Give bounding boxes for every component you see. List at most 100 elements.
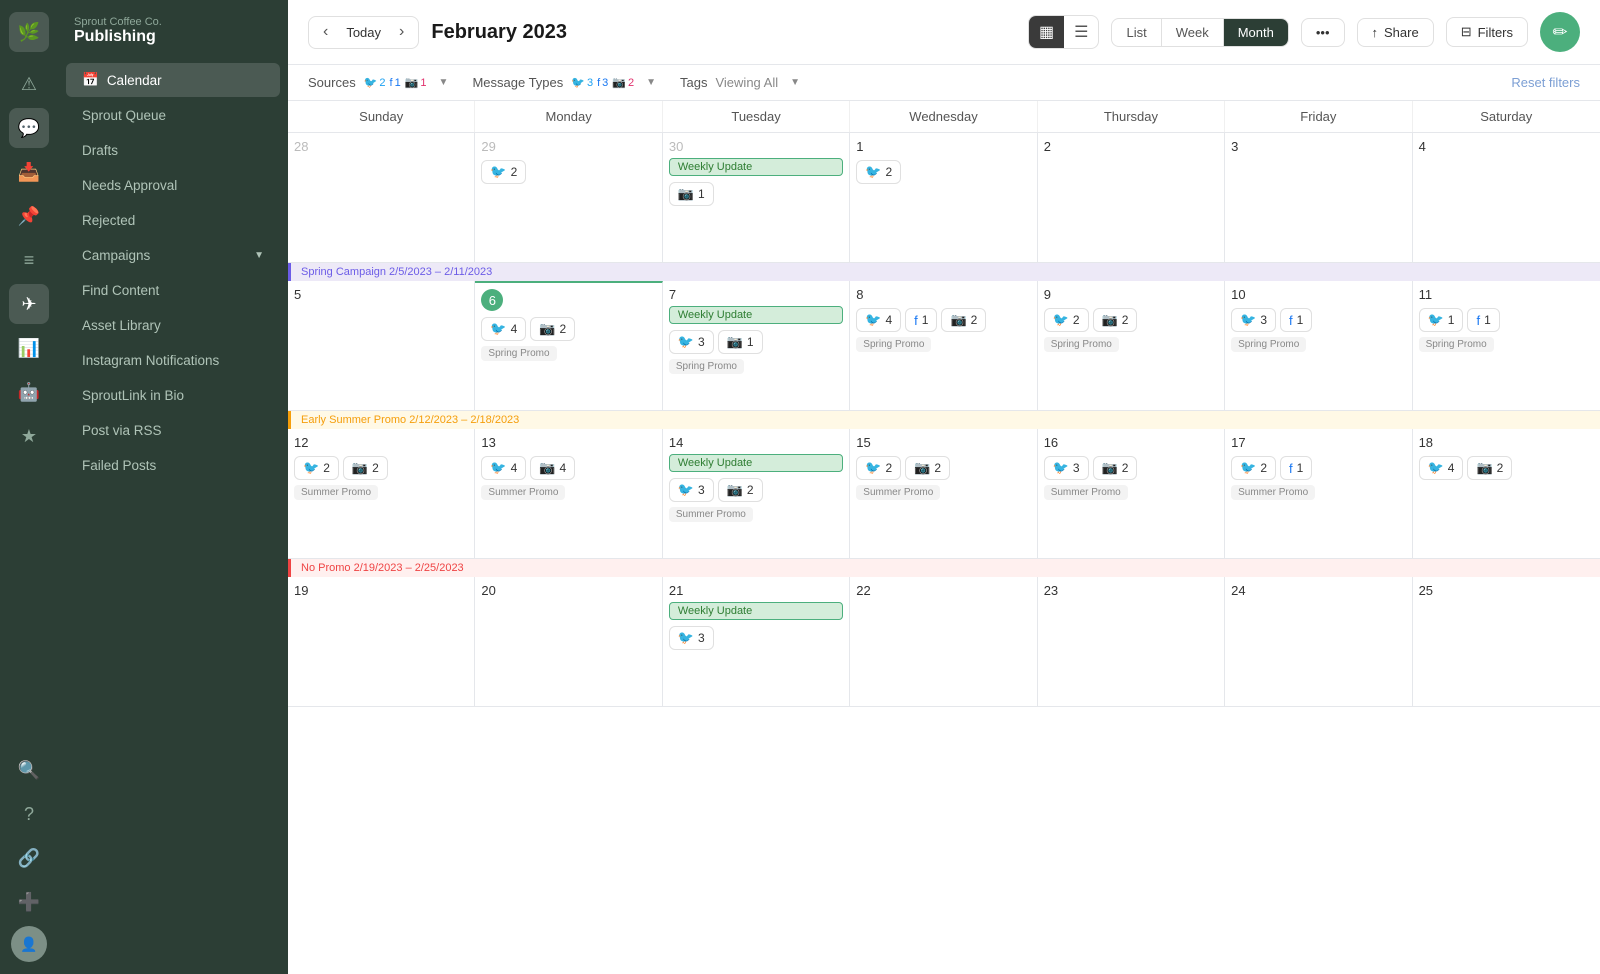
cal-day-2-feb[interactable]: 2 — [1038, 133, 1225, 263]
feed-icon[interactable]: 💬 — [9, 108, 49, 148]
nav-failed-posts[interactable]: Failed Posts — [66, 449, 280, 482]
today-button[interactable]: Today — [338, 21, 389, 44]
list-icon[interactable]: ≡ — [9, 240, 49, 280]
twitter-post-badge[interactable]: 🐦 2 — [1231, 456, 1276, 480]
week-option-button[interactable]: Week — [1162, 19, 1224, 46]
cal-day-17-feb[interactable]: 17 🐦 2 f 1 Summer Promo — [1225, 429, 1412, 559]
twitter-post-badge[interactable]: 🐦 2 — [294, 456, 339, 480]
cal-day-18-feb[interactable]: 18 🐦 4 📷 2 — [1413, 429, 1600, 559]
facebook-post-badge[interactable]: f 1 — [905, 308, 937, 332]
twitter-post-badge[interactable]: 🐦 3 — [669, 330, 714, 354]
user-avatar[interactable]: 👤 — [11, 926, 47, 962]
instagram-post-badge[interactable]: 📷 2 — [530, 317, 575, 341]
instagram-post-badge[interactable]: 📷 2 — [718, 478, 763, 502]
instagram-post-badge[interactable]: 📷 2 — [1093, 308, 1138, 332]
spring-promo-tag[interactable]: Spring Promo — [1231, 337, 1306, 352]
twitter-post-badge[interactable]: 🐦 3 — [1044, 456, 1089, 480]
twitter-post-badge[interactable]: 🐦 2 — [481, 160, 526, 184]
nav-rejected[interactable]: Rejected — [66, 204, 280, 237]
cal-day-29-jan[interactable]: 29 🐦 2 — [475, 133, 662, 263]
nav-find-content[interactable]: Find Content — [66, 274, 280, 307]
cal-day-23-feb[interactable]: 23 — [1038, 577, 1225, 707]
nav-sprout-queue[interactable]: Sprout Queue — [66, 99, 280, 132]
add-icon[interactable]: ➕ — [9, 882, 49, 922]
cal-day-21-feb[interactable]: 21 Weekly Update 🐦 3 — [663, 577, 850, 707]
nav-sproutlink[interactable]: SproutLink in Bio — [66, 379, 280, 412]
share-button[interactable]: ↑ Share — [1357, 18, 1434, 47]
instagram-post-badge[interactable]: 📷 1 — [669, 182, 714, 206]
help-icon[interactable]: ? — [9, 794, 49, 834]
nav-instagram-notifications[interactable]: Instagram Notifications — [66, 344, 280, 377]
early-summer-campaign-banner[interactable]: Early Summer Promo 2/12/2023 – 2/18/2023 — [288, 411, 1600, 429]
cal-day-10-feb[interactable]: 10 🐦 3 f 1 Spring Promo — [1225, 281, 1412, 411]
twitter-post-badge[interactable]: 🐦 3 — [1231, 308, 1276, 332]
cal-day-28-jan[interactable]: 28 — [288, 133, 475, 263]
nav-campaigns[interactable]: Campaigns ▼ — [66, 239, 280, 272]
twitter-post-badge[interactable]: 🐦 4 — [481, 317, 526, 341]
cal-day-12-feb[interactable]: 12 🐦 2 📷 2 Summer Promo — [288, 429, 475, 559]
home-icon[interactable]: 🌿 — [9, 12, 49, 52]
nav-asset-library[interactable]: Asset Library — [66, 309, 280, 342]
inbox-icon[interactable]: 📥 — [9, 152, 49, 192]
tags-filter[interactable]: Tags Viewing All ▼ — [680, 75, 800, 90]
cal-day-9-feb[interactable]: 9 🐦 2 📷 2 Spring Promo — [1038, 281, 1225, 411]
nav-post-via-rss[interactable]: Post via RSS — [66, 414, 280, 447]
cal-day-11-feb[interactable]: 11 🐦 1 f 1 Spring Promo — [1413, 281, 1600, 411]
summer-promo-tag[interactable]: Summer Promo — [1044, 485, 1128, 500]
reset-filters-button[interactable]: Reset filters — [1511, 75, 1580, 90]
twitter-post-badge[interactable]: 🐦 1 — [1419, 308, 1464, 332]
grid-view-button[interactable]: ▦ — [1029, 16, 1064, 48]
star-icon[interactable]: ★ — [9, 416, 49, 456]
summer-promo-tag[interactable]: Summer Promo — [856, 485, 940, 500]
cal-day-16-feb[interactable]: 16 🐦 3 📷 2 Summer Promo — [1038, 429, 1225, 559]
cal-day-24-feb[interactable]: 24 — [1225, 577, 1412, 707]
alert-icon[interactable]: ⚠ — [9, 64, 49, 104]
cal-day-3-feb[interactable]: 3 — [1225, 133, 1412, 263]
next-month-button[interactable]: › — [393, 21, 410, 43]
pin-icon[interactable]: 📌 — [9, 196, 49, 236]
cal-day-7-feb[interactable]: 7 Weekly Update 🐦 3 📷 1 Spring Promo — [663, 281, 850, 411]
cal-day-30-jan[interactable]: 30 Weekly Update 📷 1 — [663, 133, 850, 263]
facebook-post-badge[interactable]: f 1 — [1280, 456, 1312, 480]
cal-day-14-feb[interactable]: 14 Weekly Update 🐦 3 📷 2 Summer Promo — [663, 429, 850, 559]
cal-day-5-feb[interactable]: 5 — [288, 281, 475, 411]
twitter-post-badge[interactable]: 🐦 4 — [481, 456, 526, 480]
facebook-post-badge[interactable]: f 1 — [1467, 308, 1499, 332]
nav-calendar[interactable]: 📅 Calendar — [66, 63, 280, 97]
cal-day-1-feb[interactable]: 1 🐦 2 — [850, 133, 1037, 263]
link-icon[interactable]: 🔗 — [9, 838, 49, 878]
twitter-post-badge[interactable]: 🐦 3 — [669, 626, 714, 650]
instagram-post-badge[interactable]: 📷 4 — [530, 456, 575, 480]
compose-button[interactable]: ✏ — [1540, 12, 1580, 52]
more-button[interactable]: ••• — [1301, 18, 1345, 47]
twitter-post-badge[interactable]: 🐦 2 — [856, 456, 901, 480]
facebook-post-badge[interactable]: f 1 — [1280, 308, 1312, 332]
summer-promo-tag[interactable]: Summer Promo — [1231, 485, 1315, 500]
prev-month-button[interactable]: ‹ — [317, 21, 334, 43]
weekly-update-event[interactable]: Weekly Update — [669, 158, 843, 176]
nav-drafts[interactable]: Drafts — [66, 134, 280, 167]
spring-promo-tag[interactable]: Spring Promo — [669, 359, 744, 374]
list-option-button[interactable]: List — [1112, 19, 1161, 46]
nav-needs-approval[interactable]: Needs Approval — [66, 169, 280, 202]
instagram-post-badge[interactable]: 📷 2 — [1093, 456, 1138, 480]
cal-day-20-feb[interactable]: 20 — [475, 577, 662, 707]
cal-day-13-feb[interactable]: 13 🐦 4 📷 4 Summer Promo — [475, 429, 662, 559]
weekly-update-event[interactable]: Weekly Update — [669, 602, 843, 620]
analytics-icon[interactable]: 📊 — [9, 328, 49, 368]
cal-day-25-feb[interactable]: 25 — [1413, 577, 1600, 707]
spring-promo-tag[interactable]: Spring Promo — [1044, 337, 1119, 352]
publish-icon[interactable]: ✈ — [9, 284, 49, 324]
twitter-post-badge[interactable]: 🐦 3 — [669, 478, 714, 502]
twitter-post-badge[interactable]: 🐦 4 — [1419, 456, 1464, 480]
summer-promo-tag[interactable]: Summer Promo — [481, 485, 565, 500]
bot-icon[interactable]: 🤖 — [9, 372, 49, 412]
no-promo-campaign-banner[interactable]: No Promo 2/19/2023 – 2/25/2023 — [288, 559, 1600, 577]
cal-day-6-feb[interactable]: 6 🐦 4 📷 2 Spring Promo — [475, 281, 662, 411]
instagram-post-badge[interactable]: 📷 2 — [1467, 456, 1512, 480]
weekly-update-event[interactable]: Weekly Update — [669, 454, 843, 472]
sources-filter[interactable]: Sources 🐦 2 f 1 📷 1 ▼ — [308, 75, 448, 90]
cal-day-22-feb[interactable]: 22 — [850, 577, 1037, 707]
twitter-post-badge[interactable]: 🐦 2 — [856, 160, 901, 184]
list-view-button[interactable]: ☰ — [1064, 16, 1098, 48]
